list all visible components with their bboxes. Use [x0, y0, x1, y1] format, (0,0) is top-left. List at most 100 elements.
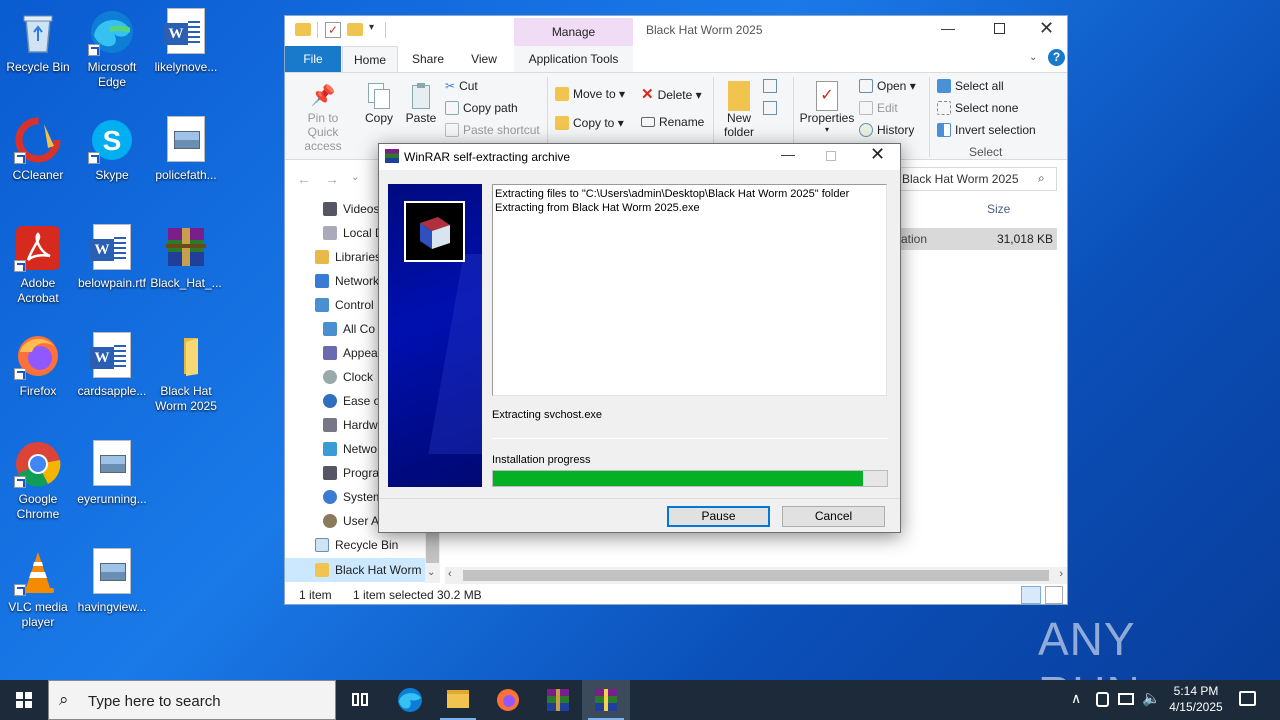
minimize-icon[interactable]: — [781, 146, 795, 162]
scroll-left-icon[interactable]: ‹ [448, 568, 452, 580]
tree-item-control-panel[interactable]: Control [315, 293, 374, 317]
history-button[interactable]: History [859, 123, 914, 137]
desktop-icon-havingview[interactable]: havingview... [74, 548, 150, 615]
desktop-icon-microsoft-edge[interactable]: Microsoft Edge [74, 8, 150, 90]
column-header-size[interactable]: Size [987, 202, 1010, 216]
tab-view[interactable]: View [459, 46, 509, 72]
cancel-button[interactable]: Cancel [782, 506, 885, 527]
desktop-icon-likelynove[interactable]: W likelynove... [148, 8, 224, 75]
show-hidden-icons-chevron-icon[interactable]: ∧ [1071, 690, 1081, 707]
horizontal-scrollbar[interactable]: ‹ › [445, 567, 1067, 584]
desktop-icon-recycle-bin[interactable]: Recycle Bin [0, 8, 76, 75]
copy-to-button[interactable]: Copy to ▾ [555, 116, 624, 130]
recent-dropdown-icon[interactable]: ⌄ [351, 172, 359, 183]
move-to-button[interactable]: Move to ▾ [555, 87, 625, 101]
task-view-button[interactable] [336, 680, 384, 720]
start-button[interactable] [0, 680, 48, 720]
pin-to-quick-access-button[interactable]: 📌 Pin to Quick access [291, 83, 355, 153]
taskbar-winrar[interactable] [534, 680, 582, 720]
file-row-selected[interactable]: ation 31,018 KB [901, 228, 1057, 250]
tree-scrollbar-thumb[interactable] [426, 533, 439, 563]
properties-quick-icon[interactable]: ✓ [325, 22, 341, 38]
desktop-icon-google-chrome[interactable]: Google Chrome [0, 440, 76, 522]
minimize-icon[interactable]: — [941, 20, 955, 36]
desktop-icon-vlc[interactable]: VLC media player [0, 548, 76, 630]
horizontal-scrollbar-thumb[interactable] [463, 570, 1049, 581]
notification-center-icon[interactable] [1239, 691, 1256, 706]
tab-home[interactable]: Home [342, 46, 398, 72]
ribbon-collapse-icon[interactable]: ⌄ [1029, 52, 1037, 63]
tree-item-hardware[interactable]: Hardw [323, 413, 378, 437]
pause-button[interactable]: Pause [667, 506, 770, 527]
tree-item-appearance[interactable]: Appea [323, 341, 378, 365]
tree-item-libraries[interactable]: Libraries [315, 245, 381, 269]
tray-app-icon[interactable] [1096, 692, 1109, 707]
large-icons-view-icon[interactable] [1045, 586, 1063, 604]
new-folder-button[interactable]: New folder [719, 81, 759, 139]
copy-button[interactable]: Copy [361, 83, 397, 125]
rename-button[interactable]: Rename [641, 115, 704, 129]
desktop-icon-black-hat-folder[interactable]: Black Hat Worm 2025 [148, 332, 224, 414]
network-icon[interactable] [1118, 693, 1134, 705]
taskbar-search-box[interactable]: ⌕ Type here to search [48, 680, 336, 720]
desktop-icon-cardsapple[interactable]: W cardsapple... [74, 332, 150, 399]
tree-item-ease-of-access[interactable]: Ease o [323, 389, 380, 413]
tree-item-recycle-bin[interactable]: Recycle Bin [315, 533, 398, 557]
tree-item-videos[interactable]: Videos [323, 197, 379, 221]
maximize-icon[interactable] [994, 23, 1005, 34]
properties-button[interactable]: ✓ Properties ▾ [799, 81, 855, 134]
select-all-button[interactable]: Select all [937, 79, 1004, 93]
quick-access-dropdown-icon[interactable]: ▾ [369, 22, 374, 33]
taskbar-winrar-sfx[interactable] [582, 680, 630, 720]
desktop-icon-firefox[interactable]: Firefox [0, 332, 76, 399]
desktop-icon-adobe-acrobat[interactable]: Adobe Acrobat [0, 224, 76, 306]
edit-button[interactable]: Edit [859, 101, 898, 115]
tree-item-clock[interactable]: Clock [323, 365, 373, 389]
tree-item-network-internet[interactable]: Netwo [323, 437, 377, 461]
tree-item-system[interactable]: System [323, 485, 383, 509]
taskbar-file-explorer[interactable] [434, 680, 482, 720]
select-none-button[interactable]: Select none [937, 101, 1018, 115]
easy-access-icon[interactable] [763, 101, 777, 115]
file-explorer-icon [447, 690, 469, 708]
open-button[interactable]: Open ▾ [859, 79, 916, 93]
tree-item-local-disk[interactable]: Local D [323, 221, 384, 245]
close-icon[interactable]: ✕ [870, 144, 885, 165]
details-view-icon[interactable] [1021, 586, 1041, 604]
cut-button[interactable]: ✂ Cut [445, 79, 478, 93]
back-arrow-icon[interactable]: ← [297, 171, 311, 187]
clock[interactable]: 5:14 PM 4/15/2025 [1164, 683, 1228, 715]
paste-button[interactable]: Paste [403, 83, 439, 125]
tree-item-programs[interactable]: Progra [323, 461, 379, 485]
delete-button[interactable]: ✕ Delete ▾ [641, 85, 702, 103]
paste-shortcut-button[interactable]: Paste shortcut [445, 123, 540, 137]
scroll-down-icon[interactable]: ⌄ [427, 567, 435, 578]
desktop-icon-eyerunning[interactable]: eyerunning... [74, 440, 150, 507]
copy-path-button[interactable]: Copy path [445, 101, 518, 115]
image-file-icon [88, 548, 136, 596]
new-folder-quick-icon[interactable] [347, 23, 363, 36]
invert-selection-button[interactable]: Invert selection [937, 123, 1036, 137]
scroll-right-icon[interactable]: › [1059, 568, 1063, 580]
tab-share[interactable]: Share [403, 46, 453, 72]
desktop-icon-ccleaner[interactable]: CCleaner [0, 116, 76, 183]
tab-application-tools[interactable]: Application Tools [514, 46, 633, 72]
tree-item-user-accounts[interactable]: User A [323, 509, 379, 533]
desktop-icon-policefath[interactable]: policefath... [148, 116, 224, 183]
desktop-icon-black-hat-archive[interactable]: Black_Hat_... [148, 224, 224, 291]
tree-item-black-hat-worm[interactable]: Black Hat Worm [315, 558, 421, 582]
taskbar-firefox[interactable] [484, 680, 532, 720]
volume-icon[interactable]: 🔈 [1142, 689, 1161, 707]
winrar-sfx-icon [595, 689, 617, 711]
tab-file[interactable]: File [285, 46, 341, 72]
forward-arrow-icon[interactable]: → [325, 171, 339, 187]
help-icon[interactable]: ? [1048, 49, 1065, 66]
taskbar-edge[interactable] [386, 680, 434, 720]
new-item-icon[interactable] [763, 79, 777, 93]
desktop-icon-skype[interactable]: S Skype [74, 116, 150, 183]
search-box[interactable]: Black Hat Worm 2025 ⌕ [895, 167, 1057, 191]
close-icon[interactable]: ✕ [1039, 18, 1054, 39]
desktop-icon-belowpain[interactable]: W belowpain.rtf [74, 224, 150, 291]
tree-item-all-control-panel[interactable]: All Co [323, 317, 375, 341]
tree-item-network[interactable]: Network [315, 269, 379, 293]
